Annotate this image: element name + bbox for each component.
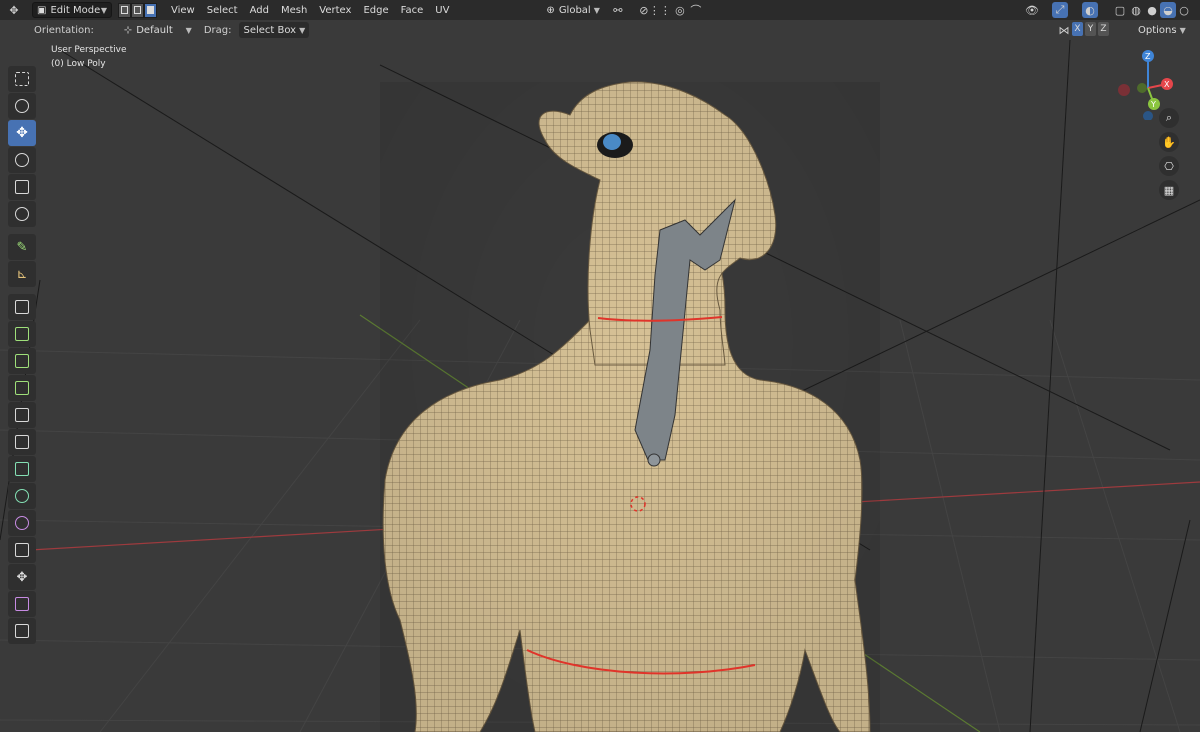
rendered-shading-icon[interactable]: ○ [1176,2,1192,18]
material-shading-icon[interactable]: ◒ [1160,2,1176,18]
proportional-edit-icon[interactable]: ◎ [672,2,688,18]
add-cube-icon[interactable] [8,294,36,320]
chevron-down-icon: ▼ [299,25,306,35]
svg-text:Y: Y [1150,100,1156,109]
orientation-value-icon: ⊹ [123,24,133,36]
visibility-icon[interactable]: 👁 [1024,2,1040,18]
cursor-icon[interactable] [8,93,36,119]
pivot-point-icon[interactable]: ⚯ [610,2,626,18]
select-box-icon[interactable] [8,66,36,92]
spin-icon[interactable] [8,483,36,509]
rip-icon[interactable] [8,618,36,644]
svg-text:Z: Z [1145,52,1151,61]
header-menus: View Select Add Mesh Vertex Edge Face UV [165,2,455,18]
menu-view[interactable]: View [165,2,201,18]
loop-cut-icon[interactable] [8,402,36,428]
shear-icon[interactable] [8,591,36,617]
inset-icon[interactable] [8,348,36,374]
rotate-icon[interactable] [8,147,36,173]
xray-icon[interactable]: ▢ [1112,2,1128,18]
orientation-icon: ⊕ [546,4,555,16]
menu-mesh[interactable]: Mesh [275,2,313,18]
falloff-icon[interactable]: ⌒ [688,2,704,18]
menu-edge[interactable]: Edge [357,2,394,18]
knife-icon[interactable] [8,429,36,455]
menu-vertex[interactable]: Vertex [313,2,357,18]
select-mode-group [118,2,157,18]
orientation-label: Orientation: [34,24,94,36]
transform-orientation-dropdown[interactable]: ⊕ Global ▼ [542,2,603,18]
edge-select-button[interactable] [131,2,144,18]
pan-hand-icon[interactable]: ✋ [1159,132,1179,152]
scale-icon[interactable] [8,174,36,200]
editor-type-icon[interactable]: ✥ [6,2,22,18]
toolbar: ✥ ✎ ⊾ ✥ [8,66,38,645]
bevel-icon[interactable] [8,375,36,401]
view-name-label: User Perspective [51,45,127,55]
shrink-fatten-icon[interactable]: ✥ [8,564,36,590]
chevron-down-icon: ▼ [100,5,107,15]
mirror-axes: X Y Z [1072,22,1109,36]
chevron-down-icon: ▼ [593,5,600,15]
overlays-icon[interactable]: ◐ [1082,2,1098,18]
solid-shading-icon[interactable]: ● [1144,2,1160,18]
mirror-icon: ⋈ [1058,23,1070,37]
measure-icon[interactable]: ⊾ [8,261,36,287]
mirror-x-toggle[interactable]: X [1072,22,1083,36]
mode-icon: ▣ [37,4,47,16]
tool-settings-bar: Orientation: ⊹ Default ▼ Drag: Select Bo… [0,20,1200,40]
vertex-select-button[interactable] [118,2,131,18]
annotate-icon[interactable]: ✎ [8,234,36,260]
gizmo-icon[interactable]: ⤢ [1052,2,1068,18]
mirror-y-toggle[interactable]: Y [1085,22,1096,36]
drag-label: Drag: [203,24,232,36]
chevron-down-icon: ▼ [185,25,192,35]
mirror-z-toggle[interactable]: Z [1098,22,1109,36]
edge-slide-icon[interactable] [8,537,36,563]
mode-dropdown[interactable]: ▣ Edit Mode ▼ [32,2,112,18]
drag-dropdown[interactable]: Select Box ▼ [239,22,310,38]
viewport-header: ✥ ▣ Edit Mode ▼ View Select Add Mesh Ver… [0,0,1200,20]
snap-target-icon[interactable]: ⋮⋮ [649,2,671,18]
extrude-icon[interactable] [8,321,36,347]
zoom-icon[interactable]: ⌕ [1159,108,1179,128]
wireframe-shading-icon[interactable]: ◍ [1128,2,1144,18]
grid-icon[interactable]: ▦ [1159,180,1179,200]
menu-select[interactable]: Select [201,2,244,18]
camel-mesh [380,81,880,732]
menu-uv[interactable]: UV [429,2,455,18]
object-info-label: (0) Low Poly [51,59,106,69]
menu-add[interactable]: Add [244,2,275,18]
3d-viewport[interactable]: User Perspective (0) Low Poly ✥ ✎ ⊾ ✥ Z … [0,20,1200,732]
camera-icon[interactable]: ⎔ [1159,156,1179,176]
viewport-scene [0,39,1200,732]
poly-build-icon[interactable] [8,456,36,482]
chevron-down-icon: ▼ [1179,25,1186,35]
transform-icon[interactable] [8,201,36,227]
face-select-button[interactable] [144,2,157,18]
options-dropdown[interactable]: Options ▼ [1134,22,1190,38]
svg-text:X: X [1164,80,1170,89]
menu-face[interactable]: Face [395,2,430,18]
move-icon[interactable]: ✥ [8,120,36,146]
orientation-dropdown[interactable]: ⊹ Default ▼ [120,22,196,38]
smooth-icon[interactable] [8,510,36,536]
